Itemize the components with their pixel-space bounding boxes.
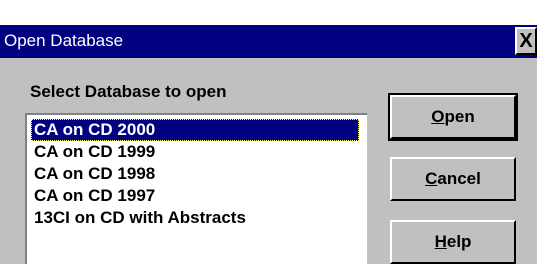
cancel-mnemonic: C — [425, 169, 438, 188]
help-button[interactable]: Help — [390, 220, 516, 264]
cancel-button[interactable]: Cancel — [390, 157, 516, 201]
select-database-label: Select Database to open — [30, 82, 227, 101]
list-item-ca-1999[interactable]: CA on CD 1999 — [31, 141, 155, 163]
open-mnemonic: O — [431, 107, 445, 126]
close-button[interactable]: X — [515, 27, 537, 55]
close-icon: X — [519, 30, 533, 52]
database-list[interactable]: CA on CD 2000 CA on CD 1999 CA on CD 199… — [25, 113, 367, 264]
title-bar[interactable]: Open Database X — [0, 25, 537, 58]
list-item-13ci-abstracts[interactable]: 13CI on CD with Abstracts — [31, 207, 246, 229]
list-item-ca-1997[interactable]: CA on CD 1997 — [31, 185, 155, 207]
open-button[interactable]: Open — [388, 93, 518, 141]
background-strip — [0, 0, 537, 25]
help-label-rest: elp — [446, 232, 472, 251]
open-label-rest: pen — [444, 107, 475, 126]
window-title: Open Database — [4, 31, 124, 50]
list-item-ca-2000[interactable]: CA on CD 2000 — [31, 119, 359, 141]
help-mnemonic: H — [434, 232, 447, 251]
list-item-ca-1998[interactable]: CA on CD 1998 — [31, 163, 155, 185]
cancel-label-rest: ancel — [437, 169, 481, 188]
